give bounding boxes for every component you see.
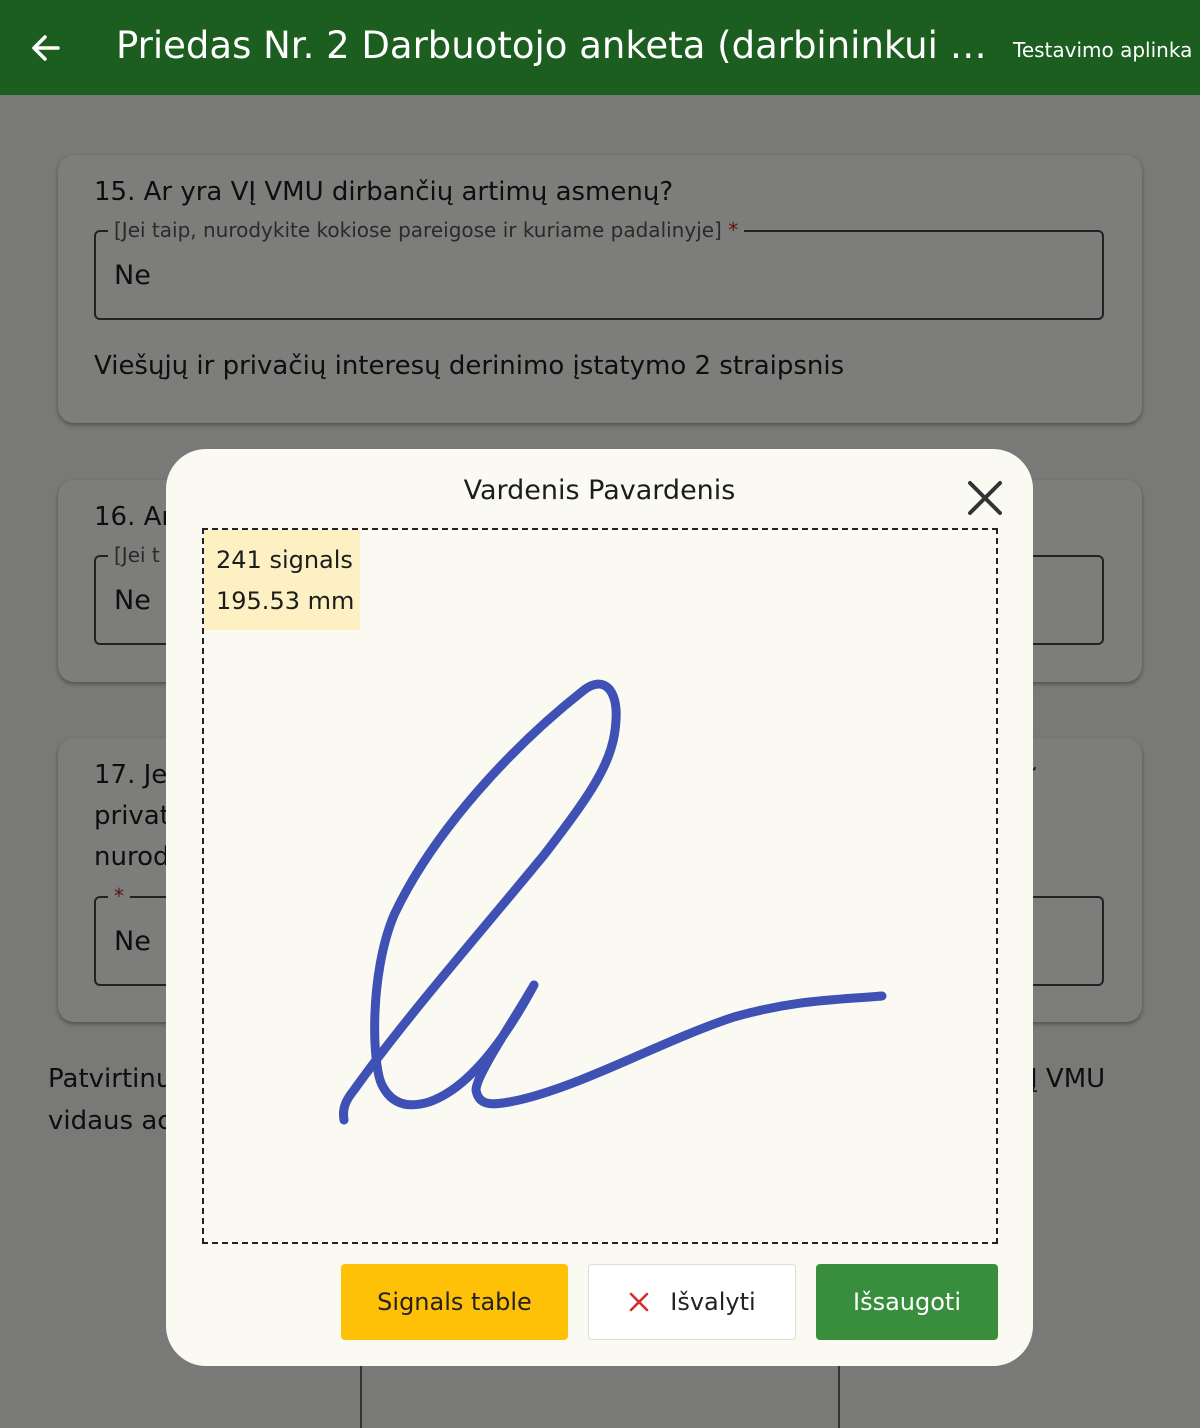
page-title: Priedas Nr. 2 Darbuotojo anketa (darbini… xyxy=(116,24,996,67)
signature-stroke xyxy=(339,679,887,1125)
environment-badge: Testavimo aplinka xyxy=(1013,38,1193,62)
clear-button[interactable]: Išvalyti xyxy=(588,1264,796,1340)
app-bar: Priedas Nr. 2 Darbuotojo anketa (darbini… xyxy=(0,0,1200,95)
clear-button-label: Išvalyti xyxy=(670,1288,756,1316)
arrow-left-icon[interactable] xyxy=(26,28,66,68)
signature-pad[interactable]: 241 signals 195.53 mm xyxy=(202,528,998,1244)
save-button[interactable]: Išsaugoti xyxy=(816,1264,998,1340)
signals-table-button[interactable]: Signals table xyxy=(341,1264,568,1340)
close-icon xyxy=(629,1292,649,1312)
close-icon[interactable] xyxy=(962,475,1008,521)
dialog-title: Vardenis Pavardenis xyxy=(463,475,736,506)
signature-dialog: Vardenis Pavardenis 241 signals 195.53 m… xyxy=(166,449,1033,1366)
